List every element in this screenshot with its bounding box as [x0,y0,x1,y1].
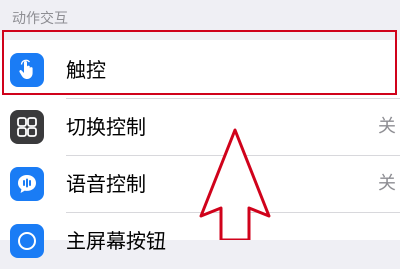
row-label: 切换控制 [66,115,146,139]
settings-list: 触控 切换控制 关 语音控制 关 主屏幕按钮 [0,40,400,258]
row-home-button[interactable]: 主屏幕按钮 [0,213,400,269]
row-label: 主屏幕按钮 [66,229,166,253]
row-touch[interactable]: 触控 [0,42,400,98]
section-header: 动作交互 [12,11,68,27]
row-label: 语音控制 [66,172,146,196]
voice-control-icon [10,167,44,201]
switch-control-icon [10,110,44,144]
row-voice-control[interactable]: 语音控制 关 [0,156,400,212]
row-label: 触控 [66,58,106,82]
home-button-icon [10,224,44,258]
hand-touch-icon [10,53,44,87]
row-switch-control[interactable]: 切换控制 关 [0,99,400,155]
row-value: 关 [378,173,396,194]
row-value: 关 [378,116,396,137]
